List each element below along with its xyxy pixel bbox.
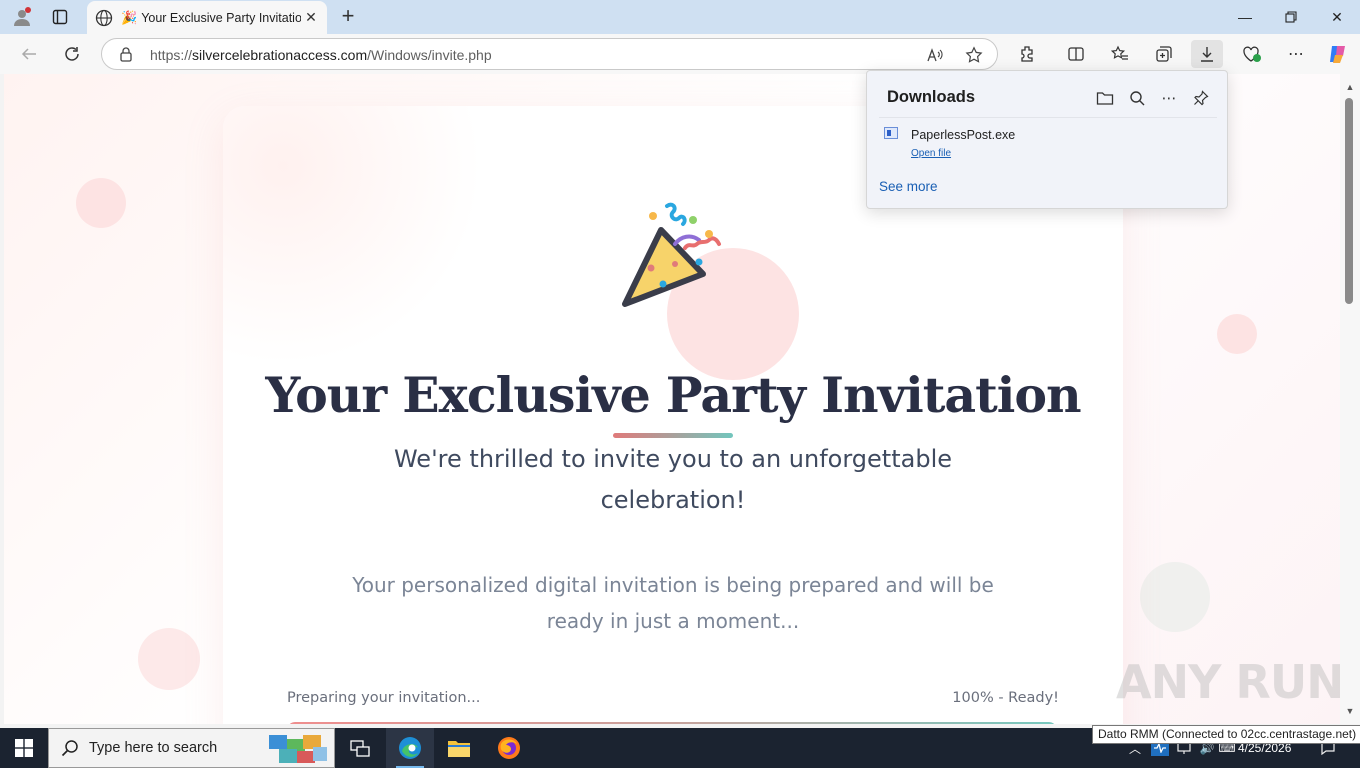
scroll-down-icon[interactable]: ▼ — [1344, 706, 1356, 716]
split-screen-icon[interactable] — [1060, 40, 1092, 68]
more-options-icon[interactable]: ⋯ — [1280, 40, 1312, 68]
extensions-icon[interactable] — [1011, 40, 1043, 68]
minimize-button[interactable]: — — [1225, 4, 1265, 30]
party-favicon-icon: 🎉 — [121, 9, 138, 25]
favorites-icon[interactable] — [1104, 40, 1136, 68]
party-popper-icon — [622, 202, 721, 307]
lock-icon[interactable] — [118, 46, 134, 62]
page-scrollbar[interactable]: ▲ ▼ — [1340, 74, 1360, 724]
url-text[interactable]: https://silvercelebrationaccess.com/Wind… — [150, 47, 492, 63]
browser-essentials-icon[interactable] — [1236, 40, 1268, 68]
new-tab-button[interactable]: + — [336, 5, 360, 29]
search-icon — [61, 740, 78, 757]
tray-tooltip: Datto RMM (Connected to 02cc.centrastage… — [1092, 725, 1360, 744]
decor-bubble — [76, 178, 126, 228]
profile-icon[interactable] — [8, 4, 36, 30]
scroll-thumb[interactable] — [1345, 98, 1353, 304]
back-button[interactable] — [14, 40, 44, 68]
scroll-up-icon[interactable]: ▲ — [1344, 82, 1356, 92]
download-filename[interactable]: PaperlessPost.exe — [911, 128, 1015, 142]
progress-fill — [287, 722, 1057, 724]
downloads-panel: Downloads ⋯ PaperlessPost.exe Open file … — [866, 70, 1228, 209]
task-view-icon[interactable] — [336, 728, 384, 768]
downloads-title: Downloads — [887, 88, 976, 106]
refresh-button[interactable] — [57, 40, 87, 68]
copilot-icon[interactable] — [1322, 40, 1354, 68]
page-title: Your Exclusive Party Invitation — [265, 366, 1081, 424]
pin-icon[interactable] — [1190, 87, 1212, 109]
open-file-link[interactable]: Open file — [911, 148, 951, 159]
close-tab-icon[interactable]: ✕ — [303, 9, 319, 25]
subtitle: We're thrilled to invite you to an unfor… — [393, 445, 952, 514]
title-bar: 🎉 Your Exclusive Party Invitation ✕ + — … — [0, 0, 1360, 34]
tab-active[interactable]: 🎉 Your Exclusive Party Invitation ✕ — [87, 1, 327, 34]
taskbar-search[interactable]: Type here to search — [48, 728, 335, 768]
search-downloads-icon[interactable] — [1126, 87, 1148, 109]
search-placeholder: Type here to search — [89, 740, 218, 756]
downloads-icon[interactable] — [1191, 40, 1223, 68]
open-folder-icon[interactable] — [1094, 87, 1116, 109]
downloads-more-icon[interactable]: ⋯ — [1158, 87, 1180, 109]
firefox-icon[interactable] — [485, 728, 533, 768]
address-bar[interactable]: https://silvercelebrationaccess.com/Wind… — [101, 38, 998, 70]
decor-bubble — [1217, 314, 1257, 354]
tab-title: Your Exclusive Party Invitation — [141, 10, 302, 25]
decor-bubble — [1140, 562, 1210, 632]
close-window-button[interactable]: ✕ — [1317, 4, 1357, 30]
progress-label: Preparing your invitation... — [287, 690, 481, 706]
favorite-star-icon[interactable] — [964, 45, 984, 65]
decor-bubble — [138, 628, 200, 690]
tab-actions-icon[interactable] — [46, 4, 74, 30]
windows-logo-icon — [15, 739, 33, 757]
title-underline — [613, 433, 733, 438]
description: Your personalized digital invitation is … — [352, 573, 994, 633]
start-button[interactable] — [0, 728, 48, 768]
anyrun-watermark: ANY RUN — [1116, 655, 1345, 709]
read-aloud-icon[interactable] — [925, 45, 945, 65]
see-more-link[interactable]: See more — [879, 179, 938, 194]
browser-toolbar: https://silvercelebrationaccess.com/Wind… — [0, 34, 1360, 74]
progress-status: 100% - Ready! — [952, 690, 1059, 706]
exe-file-icon — [884, 127, 898, 139]
file-explorer-icon[interactable] — [435, 728, 483, 768]
edge-taskbar-icon[interactable] — [386, 728, 434, 768]
progress-bar — [287, 722, 1057, 724]
restore-button[interactable] — [1271, 4, 1311, 30]
search-highlight-icon — [269, 735, 327, 763]
collections-icon[interactable] — [1148, 40, 1180, 68]
globe-icon — [95, 9, 113, 26]
